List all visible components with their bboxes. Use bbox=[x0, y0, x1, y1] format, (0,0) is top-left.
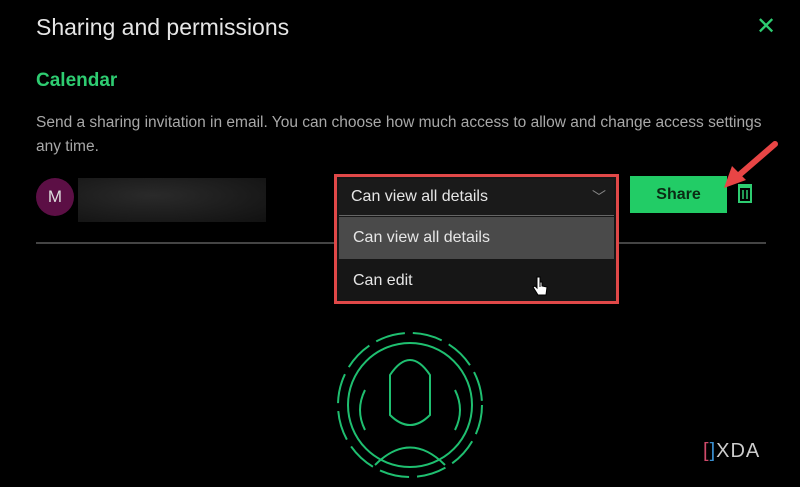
close-icon[interactable]: ✕ bbox=[756, 12, 776, 41]
chevron-down-icon: ﹀ bbox=[592, 189, 606, 205]
redacted-email bbox=[78, 178, 266, 222]
option-view-all-details[interactable]: Can view all details bbox=[339, 217, 614, 259]
red-arrow-annotation bbox=[724, 141, 778, 188]
option-can-edit[interactable]: Can edit bbox=[339, 260, 614, 302]
share-button[interactable]: Share bbox=[630, 176, 727, 213]
people-illustration bbox=[337, 332, 483, 478]
calendar-name: Calendar bbox=[36, 70, 118, 91]
permission-dropdown[interactable]: Can view all details ﹀ Can view all detai… bbox=[334, 174, 619, 304]
avatar: M bbox=[36, 178, 74, 216]
description: Send a sharing invitation in email. You … bbox=[36, 114, 762, 155]
dialog-title: Sharing and permissions bbox=[36, 14, 290, 40]
selected-value: Can view all details bbox=[351, 188, 488, 205]
permission-select[interactable]: Can view all details ﹀ bbox=[339, 179, 614, 216]
xda-watermark: []XDA bbox=[703, 440, 761, 462]
hand-cursor-icon bbox=[532, 276, 548, 296]
